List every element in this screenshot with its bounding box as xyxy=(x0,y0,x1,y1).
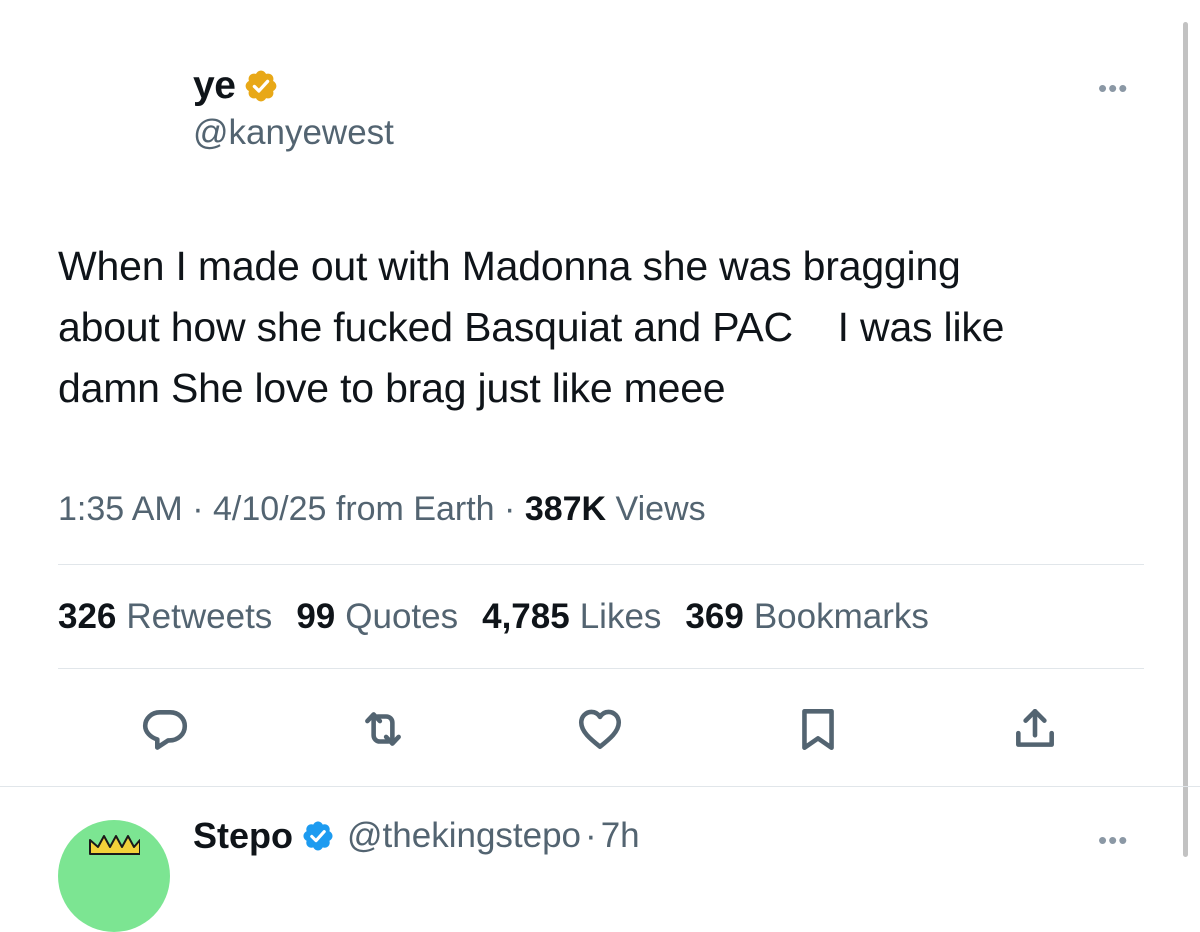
stat-count: 326 xyxy=(58,597,117,636)
tweet-date[interactable]: 4/10/25 xyxy=(213,490,326,528)
share-button[interactable] xyxy=(1009,703,1061,755)
verified-gold-badge-icon xyxy=(246,70,277,102)
tweet-author[interactable]: ye xyxy=(193,62,279,110)
crown-icon xyxy=(89,835,140,855)
author-handle[interactable]: @kanyewest xyxy=(193,112,394,154)
meta-separator: · xyxy=(494,490,525,528)
tweet-text: When I made out with Madonna she was bra… xyxy=(58,243,1005,411)
reply-separator: · xyxy=(585,816,597,855)
more-options-icon[interactable]: ••• xyxy=(1098,75,1128,101)
stat-quotes[interactable]: 99 Quotes xyxy=(296,594,458,640)
engagement-stats: 326 Retweets 99 Quotes 4,785 Likes 369 Bookm… xyxy=(58,594,953,640)
avatar[interactable] xyxy=(58,820,170,932)
reply-icon xyxy=(142,710,188,750)
reply-handle[interactable]: @thekingstepo xyxy=(347,812,581,860)
views-count: 387K xyxy=(524,490,607,528)
stat-bookmarks[interactable]: 369 Bookmarks xyxy=(685,594,928,640)
like-button[interactable] xyxy=(574,703,626,755)
tweet-meta: 1:35 AM · 4/10/25 from Earth · 387K View… xyxy=(58,486,706,532)
stat-label: Likes xyxy=(579,597,662,636)
stat-label: Quotes xyxy=(345,597,459,636)
divider xyxy=(58,668,1144,669)
bookmark-button[interactable] xyxy=(792,703,844,755)
stat-likes[interactable]: 4,785 Likes xyxy=(482,594,661,640)
tweet-source: from Earth xyxy=(326,490,495,528)
verified-blue-badge-icon xyxy=(303,821,333,851)
reply-button[interactable] xyxy=(139,703,191,755)
stat-count: 369 xyxy=(685,597,744,636)
share-icon xyxy=(1016,709,1054,747)
meta-separator: · xyxy=(182,490,213,528)
retweet-icon xyxy=(365,712,401,746)
views-label: Views xyxy=(606,490,706,528)
reply-display-name[interactable]: Stepo xyxy=(193,812,293,860)
reply-more-options-icon[interactable]: ••• xyxy=(1098,827,1128,853)
stat-count: 4,785 xyxy=(482,597,570,636)
like-icon xyxy=(578,709,622,749)
tweet-time[interactable]: 1:35 AM xyxy=(58,490,183,528)
bookmark-icon xyxy=(802,709,834,751)
divider xyxy=(58,564,1144,565)
stat-retweets[interactable]: 326 Retweets xyxy=(58,594,272,640)
scrollbar[interactable] xyxy=(1183,22,1188,857)
reply-time[interactable]: 7h xyxy=(601,812,640,860)
stat-count: 99 xyxy=(296,597,336,636)
display-name[interactable]: ye xyxy=(193,62,236,110)
stat-label: Bookmarks xyxy=(753,597,929,636)
divider xyxy=(0,786,1200,787)
reply-header: Stepo @thekingstepo · 7h xyxy=(193,812,640,860)
retweet-button[interactable] xyxy=(357,703,409,755)
stat-label: Retweets xyxy=(126,597,273,636)
